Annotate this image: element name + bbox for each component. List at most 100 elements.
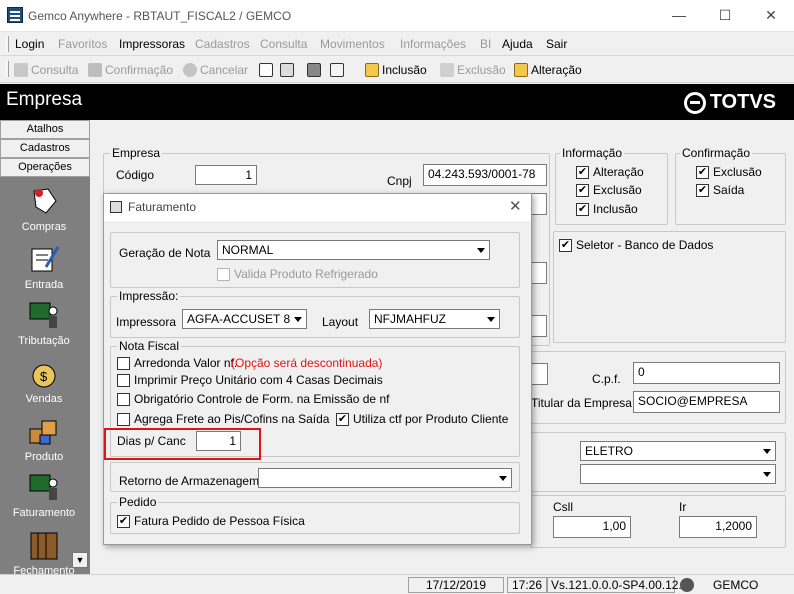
confirmacao-saida-label: Saída [713,183,745,197]
hidden-field[interactable] [530,363,548,385]
boxes-icon [28,415,60,447]
impressao-group-label: Impressão: [117,289,181,303]
status-time: 17:26 [507,577,547,593]
tab-operacoes[interactable]: Operações [0,158,90,177]
status-version: Vs.121.0.0.0-SP4.00.12.1 [547,577,688,593]
menu-movimentos[interactable]: Movimentos [320,37,385,51]
tab-cadastros[interactable]: Cadastros [0,139,90,158]
layout-select[interactable]: NFJMAHFUZ [369,309,500,329]
utiliza-label: Utiliza ctf por Produto Cliente [353,412,509,426]
consulta-button[interactable]: Consulta [14,61,78,79]
menu-consulta[interactable]: Consulta [260,37,307,51]
dialog-icon [110,201,122,213]
menu-bi[interactable]: BI [480,37,491,51]
title-bar: Gemco Anywhere - RBTAUT_FISCAL2 / GEMCO … [0,0,794,32]
informacao-alteracao-checkbox[interactable]: ✔ [576,166,589,179]
confirmacao-saida-checkbox[interactable]: ✔ [696,184,709,197]
empresa-group-label: Empresa [110,146,163,160]
agrega-checkbox[interactable] [117,413,130,426]
copy-button[interactable] [280,61,294,79]
retorno-label: Retorno de Armazenagem [119,474,260,488]
eletro-select[interactable]: ELETRO [580,441,776,461]
confirmacao-exclusao-checkbox[interactable]: ✔ [696,166,709,179]
inclusao-button[interactable]: Inclusão [365,61,427,79]
books-icon [28,529,60,561]
imprimir-checkbox[interactable] [117,374,130,387]
delete-icon [440,63,454,77]
menu-cadastros[interactable]: Cadastros [195,37,250,51]
cancel-icon [183,63,197,77]
board-person-icon [28,299,60,331]
informacao-inclusao-checkbox[interactable]: ✔ [576,203,589,216]
svg-text:$: $ [40,369,48,384]
app-icon [7,7,23,23]
csll-input[interactable]: 1,00 [553,516,631,538]
menu-ajuda[interactable]: Ajuda [502,37,533,51]
menu-favoritos[interactable]: Favoritos [58,37,107,51]
toolbar-grip [6,61,9,77]
confirmacao-group-label: Confirmação [680,146,753,160]
sidebar-item-produto[interactable]: Produto [0,415,88,463]
sidebar-item-entrada[interactable]: Entrada [0,243,88,291]
empresa-field-3[interactable] [531,262,547,284]
menu-sair[interactable]: Sair [546,37,567,51]
menu-impressoras[interactable]: Impressoras [119,37,185,51]
maximize-button[interactable]: ☐ [702,0,748,31]
chevron-down-icon [290,311,305,327]
tab-atalhos[interactable]: Atalhos [0,120,90,139]
exclusao-button[interactable]: Exclusão [440,61,506,79]
ir-input[interactable]: 1,2000 [679,516,757,538]
menu-login[interactable]: Login [15,37,44,51]
confirmacao-button[interactable]: Confirmação [88,61,173,79]
fatura-checkbox[interactable]: ✔ [117,515,130,528]
codigo-input[interactable]: 1 [195,165,257,185]
help-button[interactable] [330,61,344,79]
cnpj-input[interactable]: 04.243.593/0001-78 [423,164,547,186]
arredonda-checkbox[interactable] [117,357,130,370]
edit-icon [514,63,528,77]
codigo-label: Código [116,168,155,182]
alteracao-button[interactable]: Alteração [514,61,582,79]
sidebar-item-faturamento[interactable]: Faturamento [0,471,88,519]
seletor-checkbox[interactable]: ✔ [559,239,572,252]
agrega-label: Agrega Frete ao Pis/Cofins na Saída [134,412,330,426]
copy-icon [280,63,294,77]
print-button[interactable] [307,61,321,79]
chevron-down-icon [759,466,774,482]
sidebar-item-compras[interactable]: Compras [0,185,88,233]
pedido-group-label: Pedido [117,495,159,509]
cpf-input[interactable]: 0 [633,362,780,384]
sidebar-item-vendas[interactable]: $ Vendas [0,357,88,405]
close-button[interactable]: ✕ [748,0,794,31]
empresa-field-4[interactable] [531,315,547,337]
geracao-select[interactable]: NORMAL [217,240,490,260]
titular-input[interactable]: SOCIO@EMPRESA [633,391,780,413]
cnpj-label: Cnpj [387,174,412,188]
impressora-select[interactable]: AGFA-ACCUSET 800 [182,309,307,329]
ir-label: Ir [679,500,687,514]
status-date: 17/12/2019 [408,577,504,593]
board-person-icon [28,471,60,503]
minimize-button[interactable]: — [656,0,702,31]
printer-icon [307,63,321,77]
obrigatorio-checkbox[interactable] [117,393,130,406]
sidebar-scroll-down[interactable]: ▼ [72,552,88,568]
dialog-close-icon[interactable]: ✕ [509,197,522,215]
cancelar-button[interactable]: Cancelar [183,61,248,79]
hand-icon [28,185,60,217]
utiliza-checkbox[interactable]: ✔ [336,413,349,426]
document-pen-icon [28,243,60,275]
document-icon [259,63,273,77]
empresa-field-2[interactable] [531,193,547,215]
segment-select-2[interactable] [580,464,776,484]
valida-checkbox[interactable] [217,268,230,281]
retorno-select[interactable] [258,468,512,488]
imprimir-label: Imprimir Preço Unitário com 4 Casas Deci… [134,373,383,387]
sidebar-item-tributacao[interactable]: Tributação [0,299,88,347]
page-header: Empresa TOTVS [0,84,794,120]
new-doc-button[interactable] [259,61,273,79]
informacao-exclusao-checkbox[interactable]: ✔ [576,184,589,197]
menu-informacoes[interactable]: Informações [400,37,466,51]
status-user: GEMCO [713,578,759,592]
menu-bar: Login Favoritos Impressoras Cadastros Co… [0,32,794,56]
